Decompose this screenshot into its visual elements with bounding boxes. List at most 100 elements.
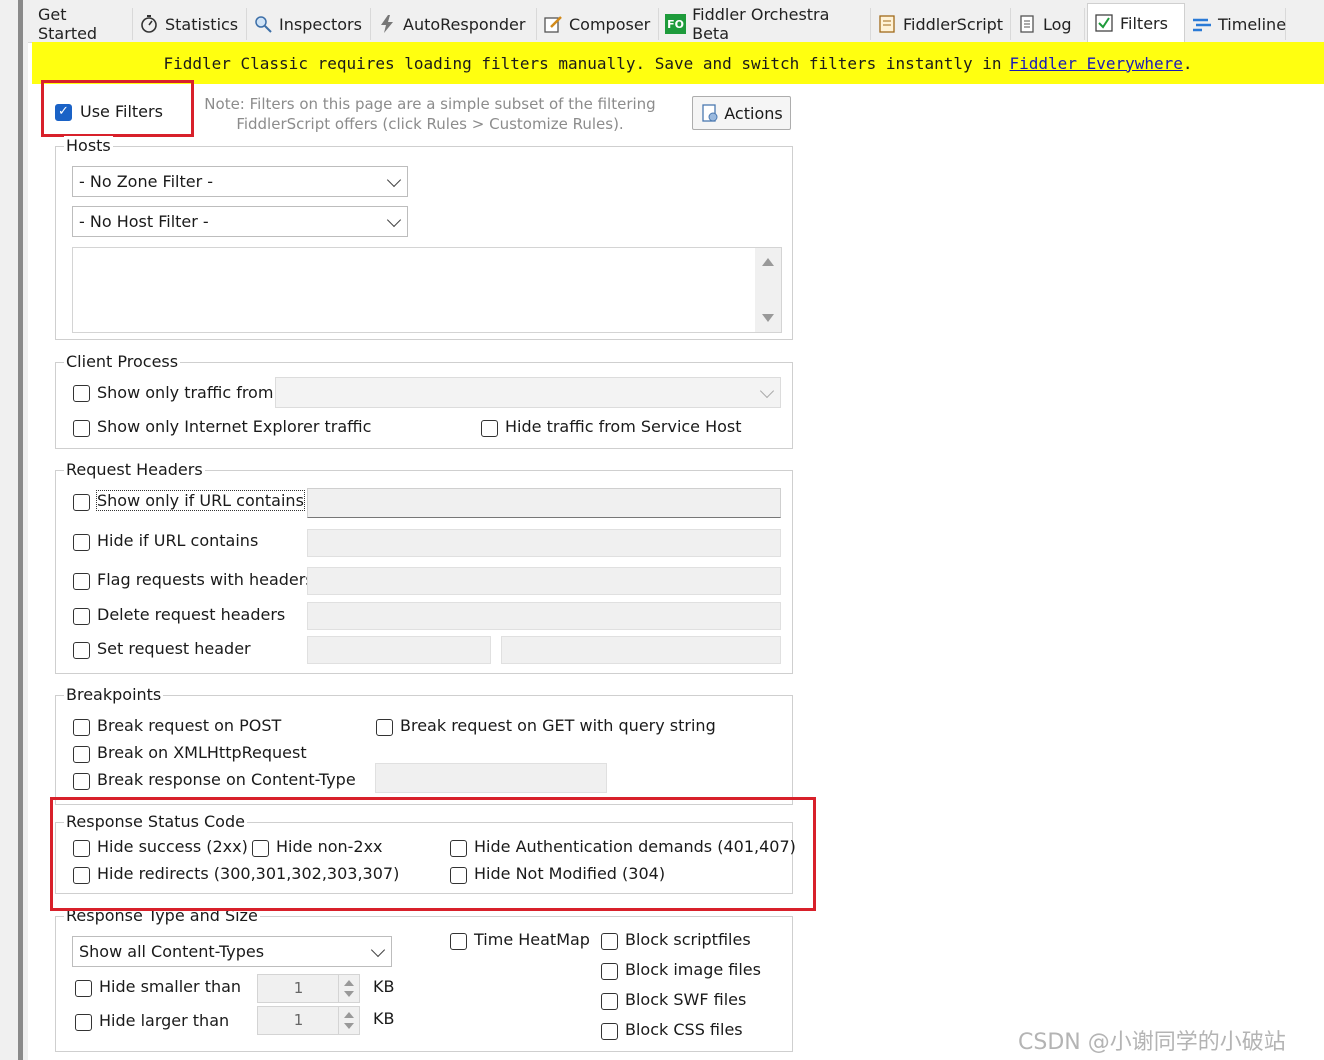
lightning-icon [377, 14, 397, 34]
smaller-unit: KB [373, 977, 395, 996]
break-xhr-checkbox[interactable] [73, 746, 90, 763]
tab-label: Filters [1120, 13, 1168, 33]
use-filters-checkbox[interactable]: ✓ [55, 104, 72, 121]
block-css-checkbox[interactable] [601, 1023, 618, 1040]
break-post-label: Break request on POST [97, 716, 282, 735]
delete-headers-label: Delete request headers [97, 605, 286, 624]
show-only-traffic-from-label: Show only traffic from [97, 383, 274, 402]
banner-text: Fiddler Classic requires loading filters… [163, 53, 1002, 73]
script-icon [877, 14, 897, 34]
banner-suffix: . [1182, 53, 1193, 73]
block-script-checkbox[interactable] [601, 933, 618, 950]
hide-url-input[interactable] [307, 529, 781, 557]
break-get-checkbox[interactable] [376, 719, 393, 736]
zone-filter-select[interactable]: - No Zone Filter - [72, 166, 408, 197]
block-swf-checkbox[interactable] [601, 993, 618, 1010]
breakpoints-title: Breakpoints [64, 685, 164, 704]
response-status-highlight [50, 797, 816, 911]
spin-up-icon[interactable] [344, 980, 354, 986]
tab-filters[interactable]: Filters [1087, 3, 1185, 42]
upgrade-banner: Fiddler Classic requires loading filters… [32, 42, 1324, 84]
stopwatch-icon [139, 14, 159, 34]
tab-label: Timeline [1218, 14, 1287, 34]
hide-service-host-checkbox[interactable] [481, 420, 498, 437]
break-post-checkbox[interactable] [73, 719, 90, 736]
tab-get-started[interactable]: Get Started [32, 5, 133, 43]
block-image-checkbox[interactable] [601, 963, 618, 980]
flag-requests-input[interactable] [307, 567, 781, 595]
chevron-down-icon [759, 383, 775, 398]
tab-fiddlerscript[interactable]: FiddlerScript [871, 8, 1011, 40]
show-only-ie-checkbox[interactable] [73, 420, 90, 437]
break-content-type-checkbox[interactable] [73, 773, 90, 790]
process-select[interactable] [275, 377, 781, 408]
tab-label: Fiddler Orchestra Beta [692, 5, 830, 43]
tab-autoresponder[interactable]: AutoResponder [371, 8, 537, 40]
hide-url-checkbox[interactable] [73, 534, 90, 551]
spinner-buttons[interactable] [338, 1007, 359, 1034]
hide-smaller-checkbox[interactable] [75, 980, 92, 997]
host-filter-select[interactable]: - No Host Filter - [72, 206, 408, 237]
content-types-select[interactable]: Show all Content-Types [72, 936, 392, 967]
actions-label: Actions [724, 103, 783, 123]
time-heatmap-label: Time HeatMap [474, 930, 590, 949]
tab-label: FiddlerScript [903, 14, 1004, 34]
break-get-label: Break request on GET with query string [400, 716, 716, 735]
tab-statistics[interactable]: Statistics [133, 8, 247, 40]
tab-label: Log [1043, 14, 1072, 34]
fiddler-everywhere-link[interactable]: Fiddler Everywhere [1010, 54, 1183, 73]
show-only-url-label: Show only if URL contains [96, 490, 305, 511]
block-swf-label: Block SWF files [625, 990, 747, 1009]
fo-icon: FO [665, 14, 687, 34]
actions-button[interactable]: Actions [692, 96, 791, 130]
set-header-name-input[interactable] [307, 636, 491, 664]
set-header-value-input[interactable] [501, 636, 781, 664]
hide-larger-label: Hide larger than [99, 1011, 230, 1030]
tab-strip: Get Started Statistics Inspectors AutoRe… [28, 0, 1324, 43]
flag-requests-checkbox[interactable] [73, 573, 90, 590]
note-line-1: Note: Filters on this page are a simple … [204, 95, 656, 113]
tab-label: AutoResponder [403, 14, 526, 34]
splitter[interactable] [18, 0, 23, 1060]
tab-composer[interactable]: Composer [537, 8, 659, 40]
hosts-title: Hosts [64, 136, 113, 155]
host-filter-value: - No Host Filter - [79, 212, 209, 231]
show-only-url-checkbox[interactable] [73, 494, 90, 511]
hosts-list-textarea[interactable] [72, 247, 782, 333]
left-edge-panel [0, 0, 28, 1060]
chevron-down-icon [386, 172, 402, 187]
hide-larger-checkbox[interactable] [75, 1014, 92, 1031]
log-icon [1017, 14, 1037, 34]
spin-down-icon[interactable] [344, 1023, 354, 1029]
inspect-icon [253, 14, 273, 34]
request-headers-title: Request Headers [64, 460, 205, 479]
filters-note: Note: Filters on this page are a simple … [196, 94, 664, 134]
break-xhr-label: Break on XMLHttpRequest [97, 743, 307, 762]
hosts-list-scrollbar[interactable] [755, 248, 781, 332]
smaller-than-spinner[interactable]: 1 [257, 974, 360, 1003]
break-content-type-label: Break response on Content-Type [97, 770, 356, 789]
spinner-buttons[interactable] [338, 975, 359, 1002]
show-only-traffic-from-checkbox[interactable] [73, 385, 90, 402]
scroll-down-icon[interactable] [762, 314, 774, 322]
larger-than-spinner[interactable]: 1 [257, 1006, 360, 1035]
flag-requests-label: Flag requests with headers [97, 570, 314, 589]
content-types-value: Show all Content-Types [79, 942, 265, 961]
delete-headers-input[interactable] [307, 602, 781, 630]
block-script-label: Block scriptfiles [625, 930, 751, 949]
break-content-type-input[interactable] [375, 763, 607, 793]
set-header-checkbox[interactable] [73, 642, 90, 659]
show-only-url-input[interactable] [307, 488, 781, 518]
hide-smaller-label: Hide smaller than [99, 977, 242, 996]
chevron-down-icon [386, 212, 402, 227]
spin-up-icon[interactable] [344, 1012, 354, 1018]
tab-log[interactable]: Log [1011, 8, 1085, 40]
time-heatmap-checkbox[interactable] [450, 933, 467, 950]
scroll-up-icon[interactable] [762, 258, 774, 266]
tab-fiddler-orchestra[interactable]: FO Fiddler Orchestra Beta [659, 5, 871, 43]
show-only-ie-label: Show only Internet Explorer traffic [97, 417, 372, 436]
delete-headers-checkbox[interactable] [73, 608, 90, 625]
spin-down-icon[interactable] [344, 991, 354, 997]
tab-inspectors[interactable]: Inspectors [247, 8, 371, 40]
tab-timeline[interactable]: Timeline [1186, 8, 1286, 40]
